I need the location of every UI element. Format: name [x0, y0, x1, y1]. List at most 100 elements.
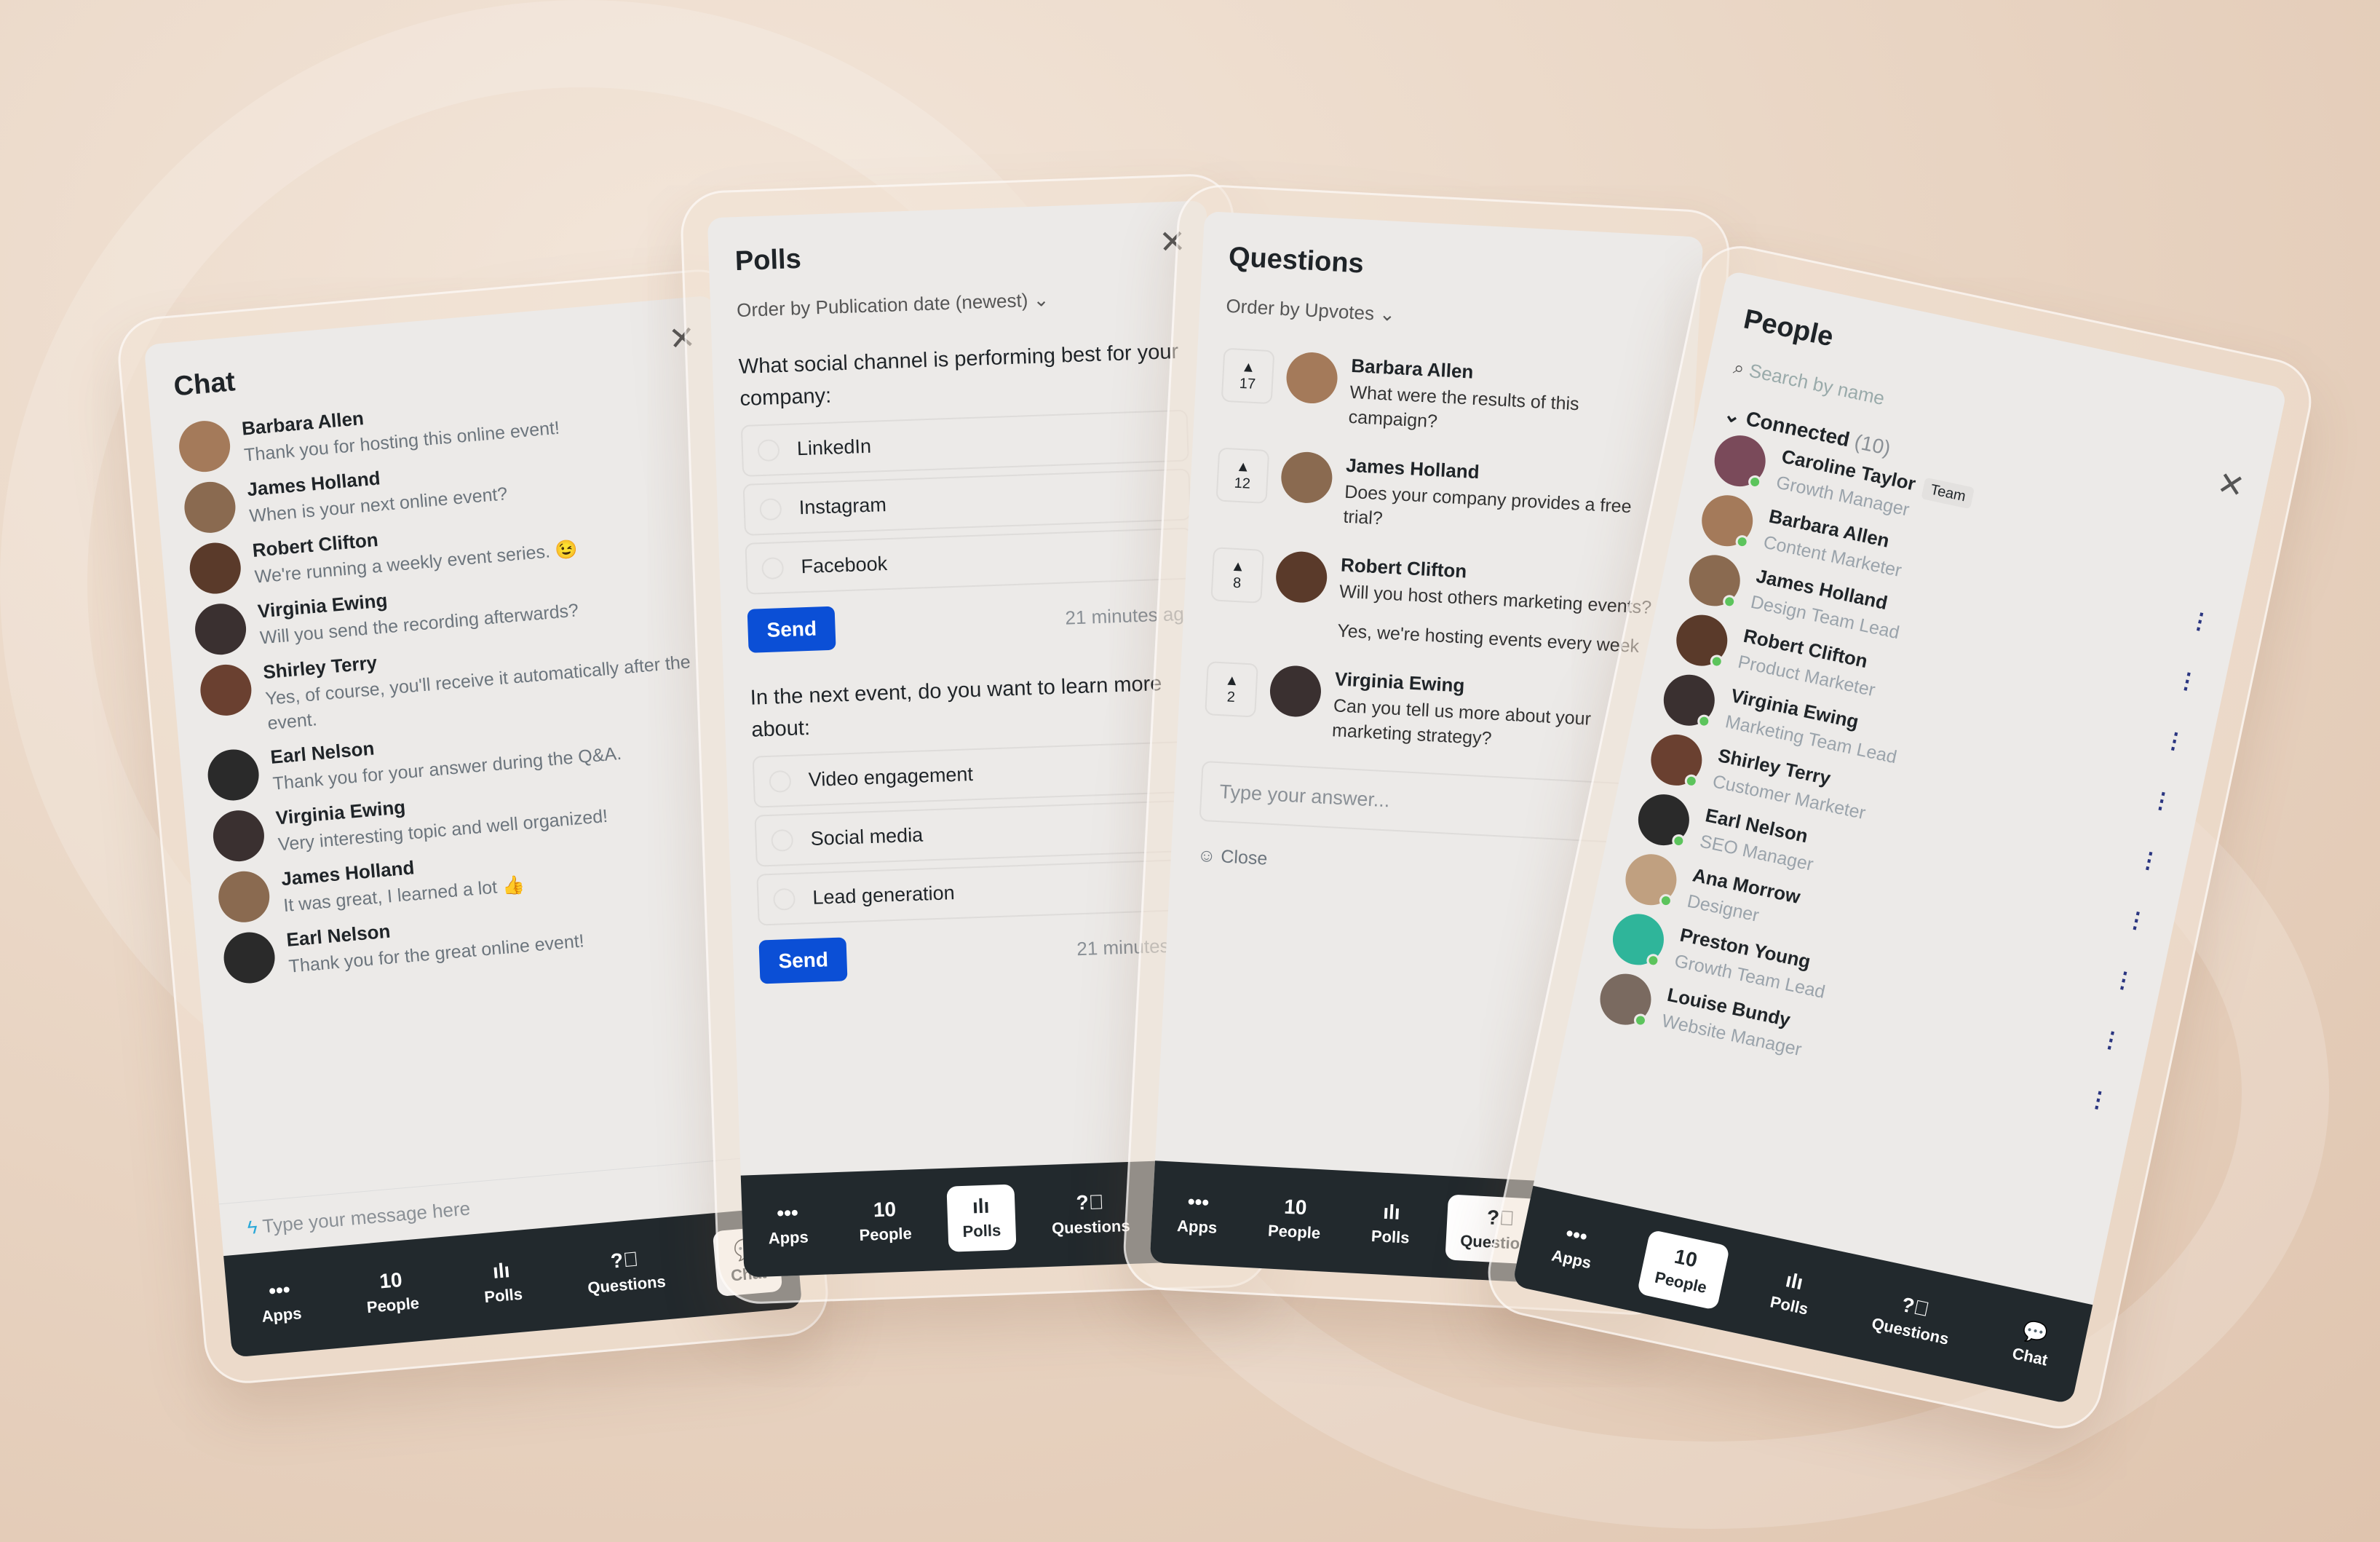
people-count: 10	[378, 1268, 403, 1293]
avatar	[198, 662, 254, 718]
nav-tab-apps[interactable]: ••• Apps	[753, 1191, 824, 1259]
nav-tab-people[interactable]: 10 People	[1253, 1185, 1338, 1254]
option-label: Social media	[810, 823, 924, 850]
avatar	[1280, 451, 1334, 505]
upvote-button[interactable]: ▲ 2	[1205, 661, 1258, 718]
more-options-icon[interactable]: ⋮	[2149, 786, 2175, 815]
option-label: LinkedIn	[796, 435, 872, 460]
person-info: Earl Nelson SEO Manager	[1698, 804, 1821, 877]
nav-tab-label: People	[859, 1224, 913, 1244]
chat-icon: 💬	[2020, 1318, 2050, 1346]
poll-option[interactable]: LinkedIn	[740, 409, 1189, 477]
poll-question: What social channel is performing best f…	[738, 339, 1179, 411]
answer-text: Yes, we're hosting events every week	[1336, 620, 1640, 657]
more-options-icon[interactable]: ⋮	[2111, 965, 2138, 995]
avatar	[1646, 730, 1707, 791]
upvote-arrow-icon: ▲	[1240, 358, 1256, 376]
nav-tab-people[interactable]: 10 People	[1636, 1229, 1731, 1310]
message-content: James Holland When is your next online ev…	[246, 456, 509, 529]
nav-tab-polls[interactable]: ılı Polls	[946, 1184, 1017, 1252]
poll-option[interactable]: Lead generation	[756, 858, 1205, 926]
avatar	[211, 808, 266, 864]
online-status-dot	[1683, 773, 1699, 789]
avatar	[182, 479, 238, 535]
people-count: 10	[1672, 1244, 1699, 1272]
polls-icon: ılı	[1382, 1200, 1401, 1224]
input-placeholder: Type your message here	[261, 1197, 472, 1238]
more-options-icon[interactable]: ⋮	[2098, 1025, 2125, 1054]
nav-tab-chat[interactable]: 💬Chat	[1994, 1305, 2071, 1383]
upvote-arrow-icon: ▲	[1230, 558, 1246, 575]
option-label: Video engagement	[808, 763, 974, 791]
question-item: ▲ 2 Virginia Ewing Can you tell us more abo…	[1204, 661, 1654, 759]
send-button[interactable]: Send	[747, 606, 837, 653]
poll-footer: 21 minutes agoSend	[747, 593, 1196, 653]
poll-option[interactable]: Video engagement	[752, 740, 1201, 808]
nav-tab-people[interactable]: 10 People	[349, 1256, 436, 1328]
online-status-dot	[1734, 534, 1750, 550]
poll: What social channel is performing best f…	[738, 336, 1195, 653]
more-options-icon[interactable]: ⋮	[2136, 846, 2163, 875]
question-content: James Holland Does your company provides …	[1343, 454, 1665, 546]
avatar	[187, 540, 243, 596]
question-item: ▲ 12 James Holland Does your company provid…	[1215, 447, 1665, 545]
nav-tab-apps[interactable]: ••• Apps	[243, 1267, 317, 1338]
option-label: Facebook	[801, 553, 888, 578]
online-status-dot	[1633, 1012, 1649, 1029]
nav-tab-questions[interactable]: ?⃝Questions	[569, 1235, 682, 1310]
apps-icon: •••	[1187, 1190, 1210, 1214]
polls-icon: ılı	[972, 1194, 990, 1218]
question-content: Robert Clifton Will you host others marke…	[1337, 554, 1654, 660]
nav-tab-polls[interactable]: ılı Polls	[1752, 1254, 1831, 1332]
radio-button[interactable]	[761, 556, 785, 580]
avatar	[221, 930, 277, 986]
option-label: Lead generation	[812, 882, 956, 909]
smile-icon: ☺	[1197, 845, 1222, 867]
avatar	[216, 869, 272, 925]
poll-question: In the next event, do you want to learn …	[750, 672, 1162, 742]
upvote-button[interactable]: ▲ 8	[1210, 547, 1265, 604]
people-count: 10	[1283, 1195, 1308, 1219]
nav-tab-label: Apps	[768, 1227, 809, 1248]
nav-tab-apps[interactable]: ••• Apps	[1162, 1179, 1234, 1249]
nav-tab-polls[interactable]: ılı Polls	[466, 1247, 539, 1318]
nav-tab-people[interactable]: 10 People	[843, 1187, 927, 1256]
upvote-button[interactable]: ▲ 12	[1215, 447, 1270, 505]
more-options-icon[interactable]: ⋮	[2186, 606, 2213, 636]
send-button[interactable]: Send	[758, 937, 848, 984]
avatar	[1620, 849, 1681, 910]
nav-tab-apps[interactable]: ••• Apps	[1534, 1207, 1615, 1286]
poll-option[interactable]: Social media	[754, 799, 1203, 867]
nav-tab-questions[interactable]: ?⃝Questions	[1854, 1276, 1972, 1362]
poll-option[interactable]: Facebook	[745, 527, 1194, 595]
radio-button[interactable]	[772, 887, 796, 911]
nav-tab-label: Questions	[1870, 1313, 1951, 1348]
nav-tab-label: Polls	[1768, 1292, 1810, 1318]
poll-option[interactable]: Instagram	[742, 468, 1191, 536]
radio-button[interactable]	[769, 770, 792, 793]
question-icon: ?⃝	[609, 1247, 640, 1273]
more-options-icon[interactable]: ⋮	[2123, 906, 2150, 935]
online-status-dot	[1658, 893, 1674, 909]
question-item: ▲ 17 Barbara Allen What were the results of…	[1220, 347, 1670, 446]
more-options-icon[interactable]: ⋮	[2161, 726, 2188, 755]
online-status-dot	[1645, 952, 1662, 968]
vote-count: 17	[1239, 375, 1256, 393]
avatar	[1671, 610, 1732, 671]
radio-button[interactable]	[757, 438, 780, 462]
avatar	[1274, 550, 1328, 604]
people-list: Caroline Taylor Team Growth Manager Barbara…	[1595, 430, 2229, 1127]
apps-icon: •••	[776, 1201, 799, 1225]
nav-tab-label: People	[1267, 1221, 1321, 1243]
radio-button[interactable]	[759, 497, 782, 521]
nav-tab-label: Polls	[483, 1284, 523, 1307]
avatar	[193, 601, 248, 657]
radio-button[interactable]	[771, 829, 794, 852]
avatar	[1269, 664, 1322, 719]
nav-tab-polls[interactable]: ılı Polls	[1356, 1190, 1427, 1259]
upvote-button[interactable]: ▲ 17	[1221, 347, 1275, 405]
more-options-icon[interactable]: ⋮	[2085, 1085, 2112, 1114]
avatar	[1710, 430, 1771, 491]
people-count: 10	[873, 1198, 897, 1222]
more-options-icon[interactable]: ⋮	[2174, 666, 2201, 695]
